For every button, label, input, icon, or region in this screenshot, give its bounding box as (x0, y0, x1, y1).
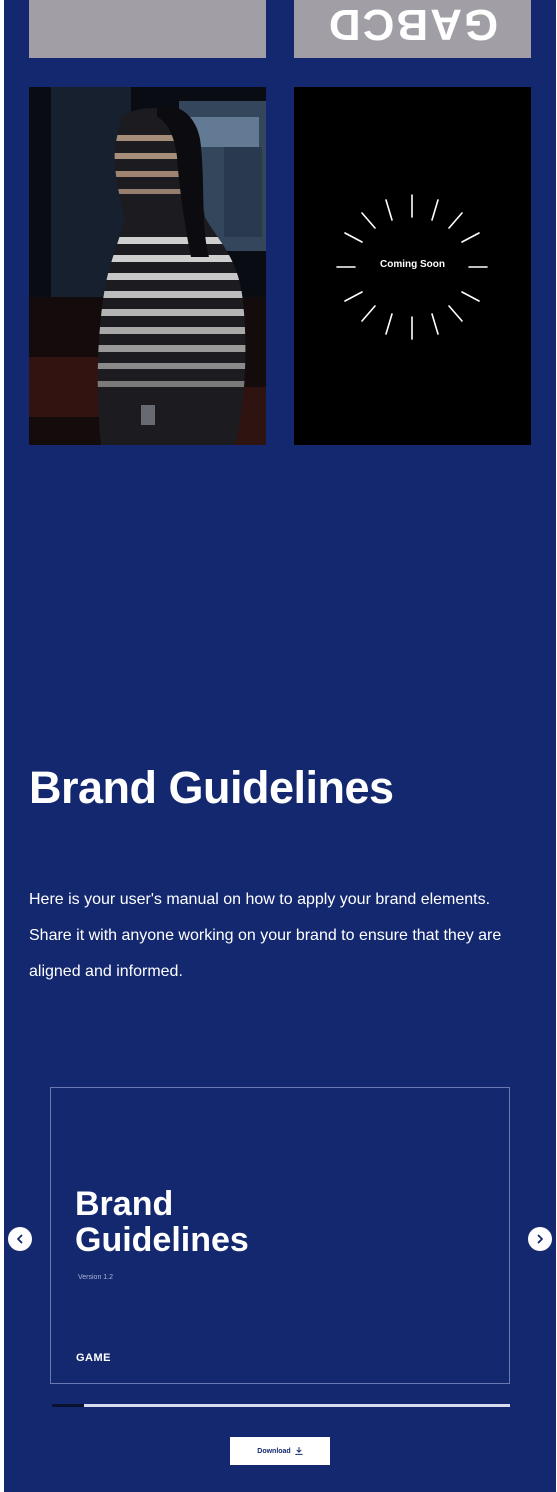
carousel-slide: Brand Guidelines Version 1.2 GAME (50, 1087, 510, 1384)
chevron-right-icon (537, 1234, 543, 1244)
carousel-progress-fill (52, 1404, 85, 1407)
carousel-next-button[interactable] (528, 1227, 552, 1251)
page-description: Here is your user's manual on how to app… (29, 891, 502, 980)
carousel-progress[interactable] (52, 1404, 510, 1407)
portrait-illustration (29, 87, 266, 445)
chevron-left-icon (17, 1234, 23, 1244)
download-button[interactable]: Download (230, 1437, 330, 1465)
mirrored-letters: GABCD (326, 0, 499, 49)
slide-title-line2: Guidelines (75, 1221, 249, 1259)
coming-soon-tile: Coming Soon (294, 87, 531, 445)
slide-title: Brand Guidelines (75, 1186, 249, 1258)
coming-soon-label: Coming Soon (380, 259, 445, 270)
page-title: Brand Guidelines (29, 762, 394, 813)
slide-title-line1: Brand (75, 1185, 174, 1223)
brand-page: GABCD Coming Soon Brand Guidelines Here … (4, 0, 556, 1492)
download-label: Download (257, 1447, 291, 1455)
typography-tile: GABCD (294, 0, 531, 58)
slide-brand-logo: GAME (76, 1352, 111, 1364)
grey-tile (29, 0, 266, 58)
download-icon (295, 1447, 303, 1455)
portrait-photo (29, 87, 266, 445)
carousel-prev-button[interactable] (8, 1227, 32, 1251)
slide-version: Version 1.2 (78, 1274, 114, 1281)
